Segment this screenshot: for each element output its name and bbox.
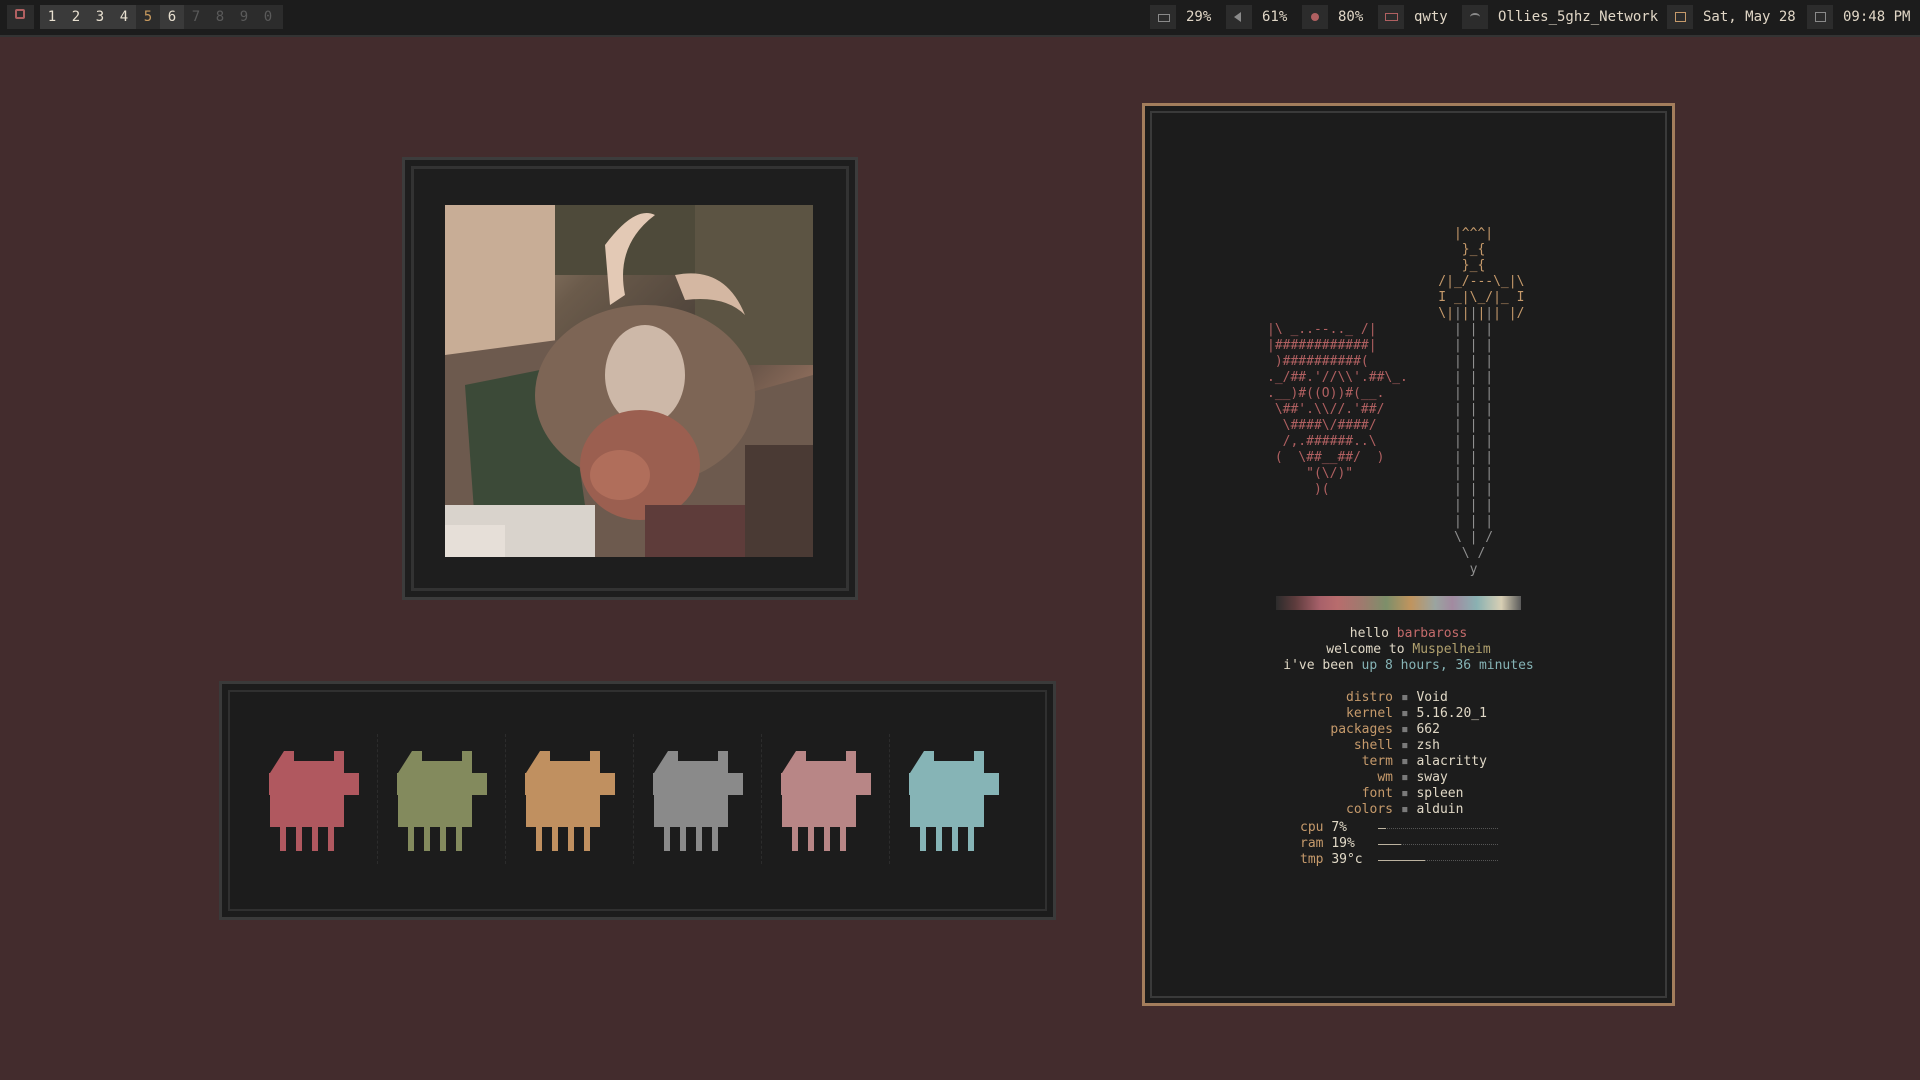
clock-icon [1807, 5, 1833, 29]
workspace-4[interactable]: 4 [112, 5, 136, 29]
keyboard-icon [1378, 5, 1404, 29]
palette-swatch-pink [767, 751, 871, 851]
launcher-icon [15, 9, 25, 19]
meter-tmp: tmp 39°c [1300, 852, 1363, 867]
meter-tmp-fill [1378, 860, 1425, 861]
sword-blade-ascii: | | | | | | | | | | | | | | | | | | | | … [1453, 306, 1494, 577]
workspace-9[interactable]: 9 [232, 5, 256, 29]
brightness-icon [1302, 5, 1328, 29]
workspace-8[interactable]: 8 [208, 5, 232, 29]
info-row-wm: wm ▪ sway [1377, 770, 1448, 785]
greeting-line-3: i've been up 8 hours, 36 minutes [1283, 658, 1534, 673]
info-row-packages: packages ▪ 662 [1330, 722, 1440, 737]
meter-cpu-fill [1378, 828, 1386, 829]
palette-swatch-green [383, 751, 487, 851]
calendar-icon [1667, 5, 1693, 29]
palette-separator [889, 734, 891, 864]
greeting-line-2: welcome to Muspelheim [1326, 642, 1491, 657]
palette-swatch-orange [511, 751, 615, 851]
battery-icon [1150, 5, 1176, 29]
date-indicator[interactable]: Sat, May 28 [1667, 5, 1806, 29]
palette-separator [633, 734, 635, 864]
info-row-distro: distro ▪ Void [1346, 690, 1448, 705]
color-palette-window[interactable] [219, 681, 1056, 920]
palette-separator [761, 734, 763, 864]
color-gradient-bar [1276, 596, 1521, 610]
meter-ram-fill [1378, 844, 1401, 845]
palette-separator [377, 734, 379, 864]
palette-swatch-red [255, 751, 359, 851]
info-row-shell: shell ▪ zsh [1353, 738, 1440, 753]
workspace-7[interactable]: 7 [184, 5, 208, 29]
workspace-6[interactable]: 6 [160, 5, 184, 29]
status-bar: 1234567890 29% 61% 80% qwty Ollies_5ghz_… [0, 0, 1920, 37]
info-row-term: term ▪ alacritty [1361, 754, 1487, 769]
info-row-kernel: kernel ▪ 5.16.20_1 [1346, 706, 1487, 721]
workspace-0[interactable]: 0 [256, 5, 280, 29]
workspace-3[interactable]: 3 [88, 5, 112, 29]
workspace-2[interactable]: 2 [64, 5, 88, 29]
palette-swatch-grey [639, 751, 743, 851]
volume-indicator[interactable]: 61% [1226, 5, 1297, 29]
workspace-5[interactable]: 5 [136, 5, 160, 29]
meter-cpu: cpu 7% [1300, 820, 1347, 835]
battery-indicator[interactable]: 29% [1150, 5, 1221, 29]
palette-separator [505, 734, 507, 864]
meter-ram: ram 19% [1300, 836, 1355, 851]
keyboard-indicator[interactable]: qwty [1378, 5, 1458, 29]
launcher-button[interactable] [7, 5, 34, 29]
brightness-indicator[interactable]: 80% [1302, 5, 1373, 29]
helmet-ascii: |\ _..--.._ /| |############| )#########… [1267, 322, 1408, 497]
pixel-art-image [445, 205, 813, 557]
wifi-indicator[interactable]: Ollies_5ghz_Network [1462, 5, 1668, 29]
fetch-terminal-window[interactable]: |^^^| }_{ }_{ /|_/---\_|\ I _|\_/|_ I \|… [1142, 103, 1675, 1006]
workspace-list: 1234567890 [40, 5, 283, 29]
pixel-art-svg [445, 205, 813, 557]
wifi-icon [1462, 5, 1488, 29]
clock-indicator[interactable]: 09:48 PM [1807, 5, 1920, 29]
info-row-colors: colors ▪ alduin [1346, 802, 1464, 817]
info-row-font: font ▪ spleen [1361, 786, 1464, 801]
volume-icon [1226, 5, 1252, 29]
workspace-1[interactable]: 1 [40, 5, 64, 29]
meter-cpu-track [1378, 828, 1498, 830]
greeting-line-1: hello barbaross [1349, 626, 1468, 641]
image-viewer-window[interactable] [402, 157, 858, 600]
palette-swatch-cyan [895, 751, 999, 851]
